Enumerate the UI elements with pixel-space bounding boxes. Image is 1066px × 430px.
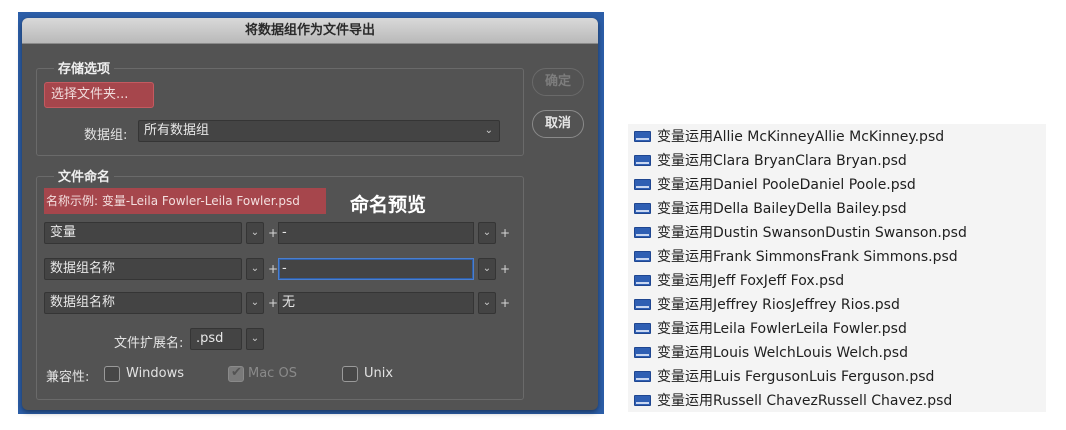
file-list-item[interactable]: 变量运用Luis FergusonLuis Ferguson.psd [628,364,1046,388]
windows-checkbox[interactable] [104,366,120,382]
dataset-select-value: 所有数据组 [144,123,210,138]
file-list-item[interactable]: 变量运用Daniel PooleDaniel Poole.psd [628,172,1046,196]
naming-example-text: 名称示例: 变量-Leila Fowler-Leila Fowler.psd [46,194,300,208]
naming-field-3-left[interactable]: 数据组名称 [44,292,242,314]
chevron-down-icon[interactable]: ⌄ [246,258,264,280]
file-icon [634,154,651,166]
compatibility-label: 兼容性: [46,370,90,385]
naming-field-1-right[interactable]: - [278,222,474,244]
naming-field-3-right-value: 无 [282,295,296,310]
chevron-down-icon[interactable]: ⌄ [478,222,496,244]
file-extension-value: .psd [196,331,224,346]
chevron-down-icon[interactable]: ⌄ [478,258,496,280]
add-row-icon[interactable]: + [500,222,510,244]
file-name: 变量运用Luis FergusonLuis Ferguson.psd [657,369,935,385]
chevron-down-icon[interactable]: ⌄ [246,328,264,350]
naming-field-3-left-value: 数据组名称 [50,295,116,310]
file-name: 变量运用Della BaileyDella Bailey.psd [657,201,907,217]
file-name: 变量运用Leila FowlerLeila Fowler.psd [657,321,907,337]
file-naming-title: 文件命名 [54,166,115,185]
chevron-down-icon: ⌄ [484,125,493,136]
naming-field-2-right-value: - [282,261,287,276]
file-name: 变量运用Dustin SwansonDustin Swanson.psd [657,225,967,241]
file-list-item[interactable]: 变量运用Della BaileyDella Bailey.psd [628,196,1046,220]
file-list-item[interactable]: 变量运用Frank SimmonsFrank Simmons.psd [628,244,1046,268]
cancel-button[interactable]: 取消 [532,110,584,138]
chevron-down-icon[interactable]: ⌄ [478,292,496,314]
file-list-item[interactable]: 变量运用Jeff FoxJeff Fox.psd [628,268,1046,292]
file-icon [634,322,651,334]
file-list-item[interactable]: 变量运用Dustin SwansonDustin Swanson.psd [628,220,1046,244]
file-name: 变量运用Allie McKinneyAllie McKinney.psd [657,129,945,145]
naming-field-2-left[interactable]: 数据组名称 [44,258,242,280]
file-name: 变量运用Frank SimmonsFrank Simmons.psd [657,249,958,265]
file-icon [634,274,651,286]
naming-field-1-right-value: - [282,225,287,240]
exported-file-list: 变量运用Allie McKinneyAllie McKinney.psd 变量运… [628,124,1046,412]
file-list-item[interactable]: 变量运用Louis WelchLouis Welch.psd [628,340,1046,364]
naming-field-1-left-value: 变量 [50,225,77,240]
file-list-item[interactable]: 变量运用Leila FowlerLeila Fowler.psd [628,316,1046,340]
naming-field-3-right[interactable]: 无 [278,292,474,314]
unix-checkbox[interactable] [342,366,358,382]
file-list-item[interactable]: 变量运用Clara BryanClara Bryan.psd [628,148,1046,172]
chevron-down-icon[interactable]: ⌄ [246,222,264,244]
file-list-item[interactable]: 变量运用Allie McKinneyAllie McKinney.psd [628,124,1046,148]
macos-checkbox[interactable] [228,365,244,382]
ok-button[interactable]: 确定 [532,68,584,96]
naming-field-2-left-value: 数据组名称 [50,261,116,276]
export-dialog: 将数据组作为文件导出 存储选项 选择文件夹... 数据组: 所有数据组 ⌄ 文件… [22,18,598,410]
file-icon [634,178,651,190]
file-icon [634,370,651,382]
file-name: 变量运用Jeff FoxJeff Fox.psd [657,273,845,289]
file-list-item[interactable]: 变量运用Russell ChavezRussell Chavez.psd [628,388,1046,412]
naming-field-2-right[interactable]: - [278,258,474,280]
unix-label: Unix [364,366,394,381]
file-name: 变量运用Clara BryanClara Bryan.psd [657,153,907,169]
file-icon [634,130,651,142]
naming-example-preview: 名称示例: 变量-Leila Fowler-Leila Fowler.psd [44,188,326,214]
file-extension-label: 文件扩展名: [114,336,184,351]
file-icon [634,202,651,214]
choose-folder-button[interactable]: 选择文件夹... [44,82,154,108]
add-row-icon[interactable]: + [500,292,510,314]
file-name: 变量运用Daniel PooleDaniel Poole.psd [657,177,916,193]
macos-label: Mac OS [248,366,297,381]
naming-preview-annotation: 命名预览 [350,194,427,216]
chevron-down-icon[interactable]: ⌄ [246,292,264,314]
dataset-label: 数据组: [84,128,128,143]
plus-icon: + [268,296,279,310]
file-list-item[interactable]: 变量运用Jeffrey RiosJeffrey Rios.psd [628,292,1046,316]
plus-icon: + [268,226,279,240]
file-name: 变量运用Jeffrey RiosJeffrey Rios.psd [657,297,900,313]
file-icon [634,226,651,238]
plus-icon: + [268,262,279,276]
file-icon [634,346,651,358]
file-icon [634,394,651,406]
file-name: 变量运用Louis WelchLouis Welch.psd [657,345,908,361]
storage-options-title: 存储选项 [54,58,115,77]
add-row-icon[interactable]: + [500,258,510,280]
file-extension-select[interactable]: .psd [190,328,242,350]
naming-field-1-left[interactable]: 变量 [44,222,242,244]
dialog-title: 将数据组作为文件导出 [22,18,598,44]
file-icon [634,250,651,262]
screenshot: 将数据组作为文件导出 存储选项 选择文件夹... 数据组: 所有数据组 ⌄ 文件… [0,0,1066,430]
file-name: 变量运用Russell ChavezRussell Chavez.psd [657,393,953,409]
dataset-select[interactable]: 所有数据组 ⌄ [138,120,500,142]
file-icon [634,298,651,310]
windows-label: Windows [126,366,185,381]
